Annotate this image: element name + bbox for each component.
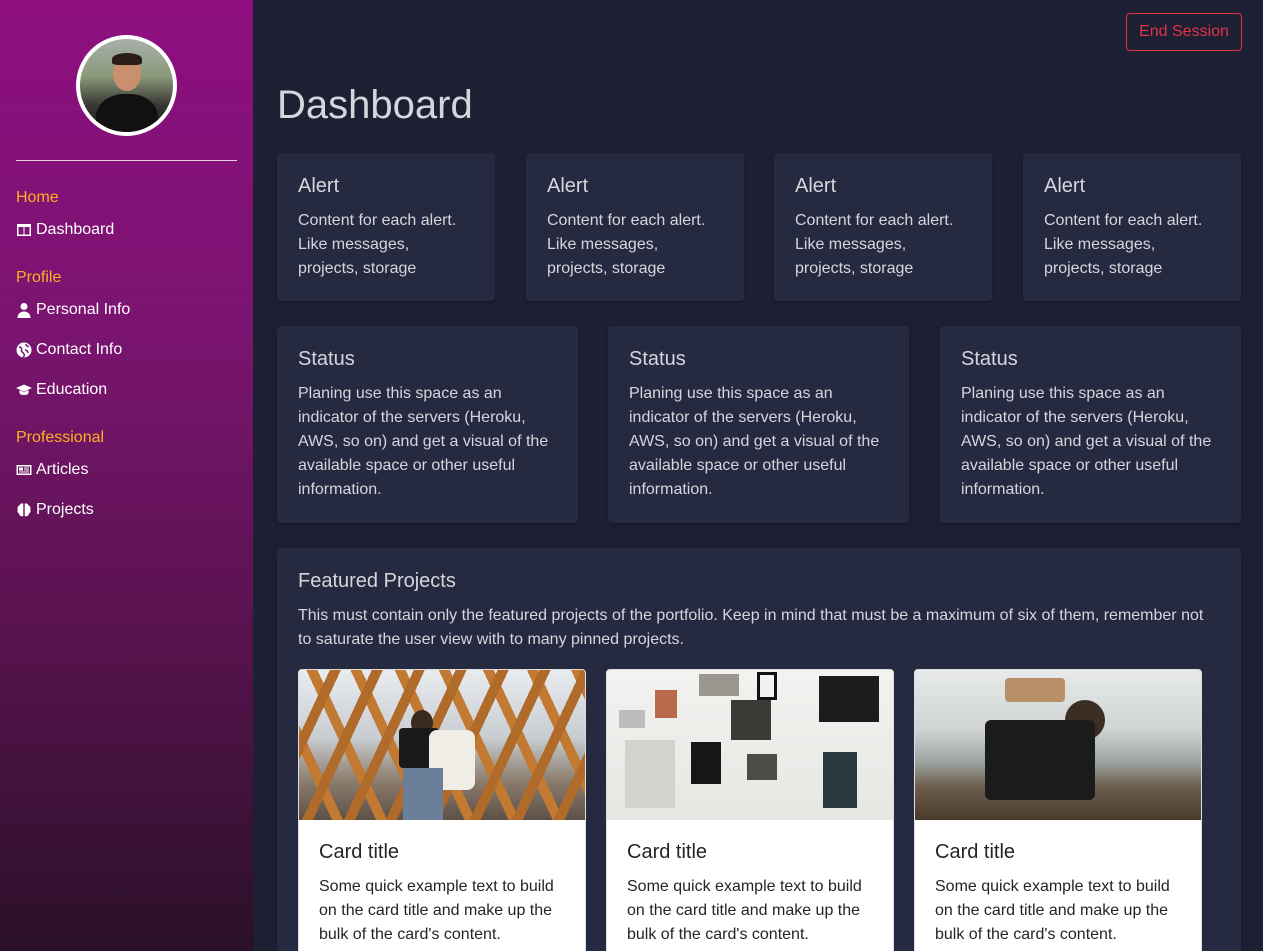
columns-icon [17,224,31,236]
alert-text: Content for each alert. Like messages, p… [795,212,954,277]
project-image [607,670,893,820]
sidebar-item-contact-info[interactable]: Contact Info [16,340,253,360]
sidebar-item-label: Contact Info [36,341,123,358]
alert-card: Alert Content for each alert. Like messa… [526,153,744,301]
status-title: Status [961,348,1018,370]
status-card: Status Planing use this space as an indi… [940,326,1241,523]
nav-heading-home: Home [16,189,59,206]
main-content: End Session Dashboard Alert Content for … [253,0,1263,951]
end-session-button[interactable]: End Session [1126,13,1242,51]
sidebar-item-articles[interactable]: Articles [16,460,253,480]
status-card: Status Planing use this space as an indi… [608,326,909,523]
brain-icon [17,503,31,517]
sidebar-item-label: Projects [36,501,94,518]
card-text: Some quick example text to build on the … [935,878,1170,943]
sidebar-item-personal-info[interactable]: Personal Info [16,300,253,320]
sidebar-item-label: Dashboard [36,221,115,238]
alert-title: Alert [795,175,837,197]
alert-title: Alert [298,175,340,197]
nav-heading-professional: Professional [16,429,105,446]
featured-projects-panel: Featured Projects This must contain only… [277,548,1241,951]
sidebar-item-dashboard[interactable]: Dashboard [16,220,253,240]
avatar-photo [80,39,173,132]
alert-card: Alert Content for each alert. Like messa… [774,153,992,301]
sidebar-item-label: Education [36,381,108,398]
status-text: Planing use this space as an indicator o… [629,385,880,498]
featured-title: Featured Projects [298,570,456,592]
card-text: Some quick example text to build on the … [319,878,554,943]
page-title: Dashboard [277,83,473,127]
user-icon [17,303,31,318]
sidebar-item-projects[interactable]: Projects [16,500,253,520]
status-title: Status [298,348,355,370]
status-text: Planing use this space as an indicator o… [961,385,1212,498]
alert-text: Content for each alert. Like messages, p… [547,212,706,277]
newspaper-icon [16,465,32,475]
project-card[interactable]: Card title Some quick example text to bu… [298,669,586,951]
sidebar: Home Dashboard Profile Personal Info Con… [0,0,253,951]
nav-heading-profile: Profile [16,269,62,286]
alert-card: Alert Content for each alert. Like messa… [1023,153,1241,301]
graduation-cap-icon [16,384,32,395]
card-title: Card title [319,841,400,863]
sidebar-item-label: Articles [36,461,89,478]
avatar [76,35,177,136]
project-cards: Card title Some quick example text to bu… [298,669,1220,951]
card-title: Card title [935,841,1016,863]
card-text: Some quick example text to build on the … [627,878,862,943]
sidebar-item-label: Personal Info [36,301,131,318]
sidebar-item-education[interactable]: Education [16,380,253,400]
status-text: Planing use this space as an indicator o… [298,385,549,498]
project-image [915,670,1201,820]
status-card: Status Planing use this space as an indi… [277,326,578,523]
globe-icon [16,342,32,358]
alert-title: Alert [547,175,589,197]
project-card[interactable]: Card title Some quick example text to bu… [914,669,1202,951]
card-title: Card title [627,841,708,863]
alert-text: Content for each alert. Like messages, p… [1044,212,1203,277]
project-image [299,670,585,820]
alert-title: Alert [1044,175,1086,197]
sidebar-nav: Home Dashboard Profile Personal Info Con… [0,161,253,520]
status-title: Status [629,348,686,370]
app-root: Home Dashboard Profile Personal Info Con… [0,0,1263,951]
alert-text: Content for each alert. Like messages, p… [298,212,457,277]
featured-description: This must contain only the featured proj… [298,607,1204,648]
project-card[interactable]: Card title Some quick example text to bu… [606,669,894,951]
alert-card: Alert Content for each alert. Like messa… [277,153,495,301]
